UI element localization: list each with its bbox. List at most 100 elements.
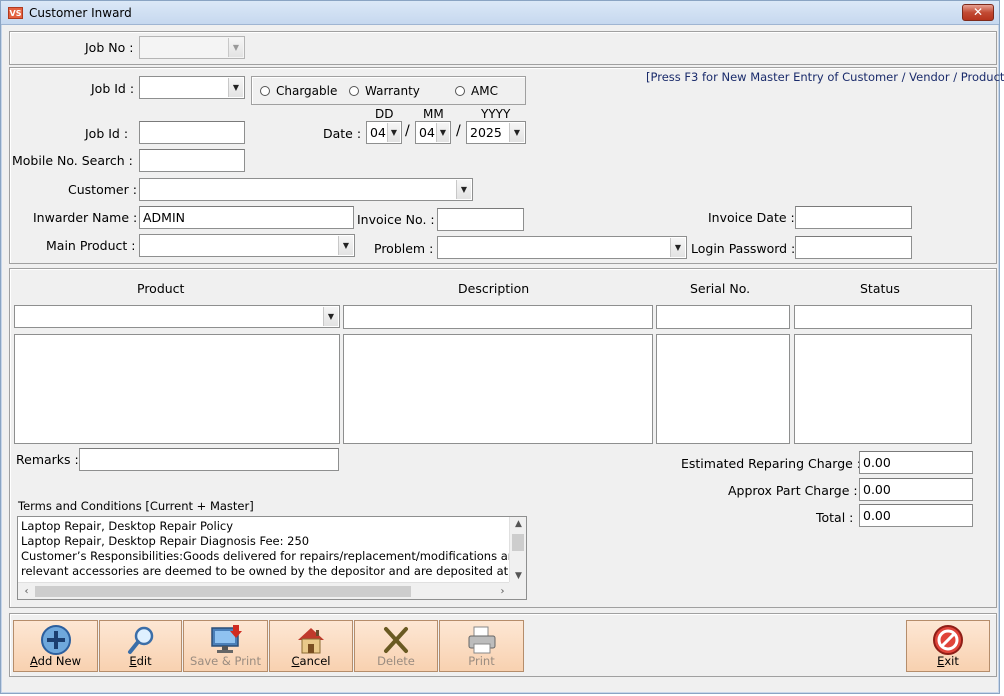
print-label: Print [468, 654, 495, 668]
problem-combo[interactable]: ▼ [437, 236, 687, 259]
job-type-radio-group: Chargable Warranty AMC [251, 76, 526, 105]
customer-combo[interactable]: ▼ [139, 178, 473, 201]
add-new-button[interactable]: Add New [13, 620, 98, 672]
date-header-dd: DD [375, 107, 394, 121]
edit-button[interactable]: Edit [99, 620, 182, 672]
inwarder-name-input[interactable]: ADMIN [139, 206, 354, 229]
chevron-left-icon[interactable]: ‹ [18, 583, 35, 599]
chevron-down-icon[interactable]: ▼ [670, 238, 685, 257]
no-entry-icon [933, 625, 963, 655]
date-month-select[interactable]: 04 ▼ [415, 121, 451, 144]
inwarder-name-label: Inwarder Name : [33, 210, 138, 225]
terms-label: Terms and Conditions [Current + Master] [18, 499, 254, 513]
terms-line: Laptop Repair, Desktop Repair Diagnosis … [21, 534, 310, 548]
terms-line: Laptop Repair, Desktop Repair Policy [21, 519, 234, 533]
description-list[interactable] [343, 334, 653, 444]
job-id-label: Job Id : [85, 126, 129, 141]
chevron-down-icon[interactable]: ▼ [436, 123, 449, 142]
printer-icon [468, 626, 495, 654]
chevron-down-icon[interactable]: ▼ [456, 180, 471, 199]
job-id-input[interactable] [139, 121, 245, 144]
job-no-label: Job No : [85, 40, 134, 55]
invoice-no-input[interactable] [437, 208, 524, 231]
date-separator: / [456, 123, 461, 139]
date-label: Date : [323, 126, 362, 141]
date-day-select[interactable]: 04 ▼ [366, 121, 402, 144]
radio-chargable[interactable]: Chargable [260, 84, 337, 98]
chevron-down-icon[interactable]: ▼ [228, 78, 243, 97]
print-button[interactable]: Print [439, 620, 524, 672]
main-product-combo[interactable]: ▼ [139, 234, 355, 257]
radio-circle-icon [260, 86, 270, 96]
cancel-button[interactable]: Cancel [269, 620, 353, 672]
terms-line: Customer’s Responsibilities:Goods delive… [21, 549, 527, 563]
terms-horizontal-scrollbar[interactable]: ‹ › [18, 582, 511, 599]
scroll-thumb[interactable] [35, 586, 411, 597]
serial-no-entry-input[interactable] [656, 305, 790, 329]
invoice-date-input[interactable] [795, 206, 912, 229]
radio-amc[interactable]: AMC [455, 84, 498, 98]
chevron-down-icon[interactable]: ▼ [338, 236, 353, 255]
product-list[interactable] [14, 334, 340, 444]
radio-warranty-label: Warranty [365, 84, 420, 98]
part-charge-input[interactable]: 0.00 [859, 478, 973, 501]
problem-label: Problem : [374, 241, 434, 256]
monitor-save-icon [210, 625, 242, 653]
radio-circle-icon [455, 86, 465, 96]
part-charge-label: Approx Part Charge : [728, 483, 858, 498]
customer-label: Customer : [68, 182, 137, 197]
house-icon [298, 628, 324, 654]
terms-vertical-scrollbar[interactable]: ▲ ▼ [509, 517, 526, 584]
delete-x-icon [384, 627, 408, 653]
date-month-value: 04 [419, 125, 435, 140]
date-header-yyyy: YYYY [481, 107, 511, 121]
add-new-label: Add New [29, 654, 81, 668]
invoice-no-label: Invoice No. : [357, 212, 435, 227]
remarks-label: Remarks : [16, 452, 79, 467]
invoice-date-label: Invoice Date : [708, 210, 795, 225]
delete-button[interactable]: Delete [354, 620, 438, 672]
date-header-mm: MM [423, 107, 444, 121]
estimated-charge-input[interactable]: 0.00 [859, 451, 973, 474]
login-password-label: Login Password : [691, 241, 796, 256]
main-product-label: Main Product : [46, 238, 136, 253]
cancel-label: Cancel [291, 654, 331, 668]
remarks-input[interactable] [79, 448, 339, 471]
exit-label: Exit [937, 654, 959, 668]
chevron-down-icon[interactable]: ▼ [509, 123, 524, 142]
estimated-charge-label: Estimated Reparing Charge : [681, 456, 862, 471]
terms-textarea[interactable]: Laptop Repair, Desktop Repair Policy Lap… [17, 516, 527, 600]
radio-chargable-label: Chargable [276, 84, 338, 98]
product-entry-combo[interactable]: ▼ [14, 305, 340, 328]
exit-button[interactable]: Exit [906, 620, 990, 672]
magnifier-icon [127, 626, 153, 654]
close-button[interactable]: ✕ [962, 4, 994, 21]
column-header-product: Product [137, 281, 185, 296]
chevron-up-icon[interactable]: ▲ [510, 517, 526, 532]
login-password-input[interactable] [795, 236, 912, 259]
chevron-down-icon[interactable]: ▼ [387, 123, 400, 142]
window-title: Customer Inward [29, 6, 132, 20]
status-entry-input[interactable] [794, 305, 972, 329]
job-id-combo[interactable]: ▼ [139, 76, 245, 99]
radio-warranty[interactable]: Warranty [349, 84, 420, 98]
edit-label: Edit [129, 654, 152, 668]
job-no-combo[interactable]: ▼ [139, 36, 245, 59]
total-label: Total : [816, 510, 854, 525]
customer-inward-window: VS Customer Inward ✕ Job No : ▼ Job Id :… [0, 0, 1004, 694]
scroll-corner [509, 582, 526, 599]
status-list[interactable] [794, 334, 972, 444]
date-year-select[interactable]: 2025 ▼ [466, 121, 526, 144]
master-entry-hint: [Press F3 for New Master Entry of Custom… [646, 70, 1004, 84]
total-input[interactable]: 0.00 [859, 504, 973, 527]
column-header-status: Status [860, 281, 900, 296]
serial-no-list[interactable] [656, 334, 790, 444]
chevron-down-icon[interactable]: ▼ [228, 38, 243, 57]
column-header-description: Description [458, 281, 530, 296]
description-entry-input[interactable] [343, 305, 653, 329]
chevron-down-icon[interactable]: ▼ [323, 307, 338, 326]
save-print-button[interactable]: Save & Print [183, 620, 268, 672]
mobile-search-input[interactable] [139, 149, 245, 172]
scroll-thumb[interactable] [512, 534, 524, 551]
app-logo-icon: VS [8, 7, 23, 19]
